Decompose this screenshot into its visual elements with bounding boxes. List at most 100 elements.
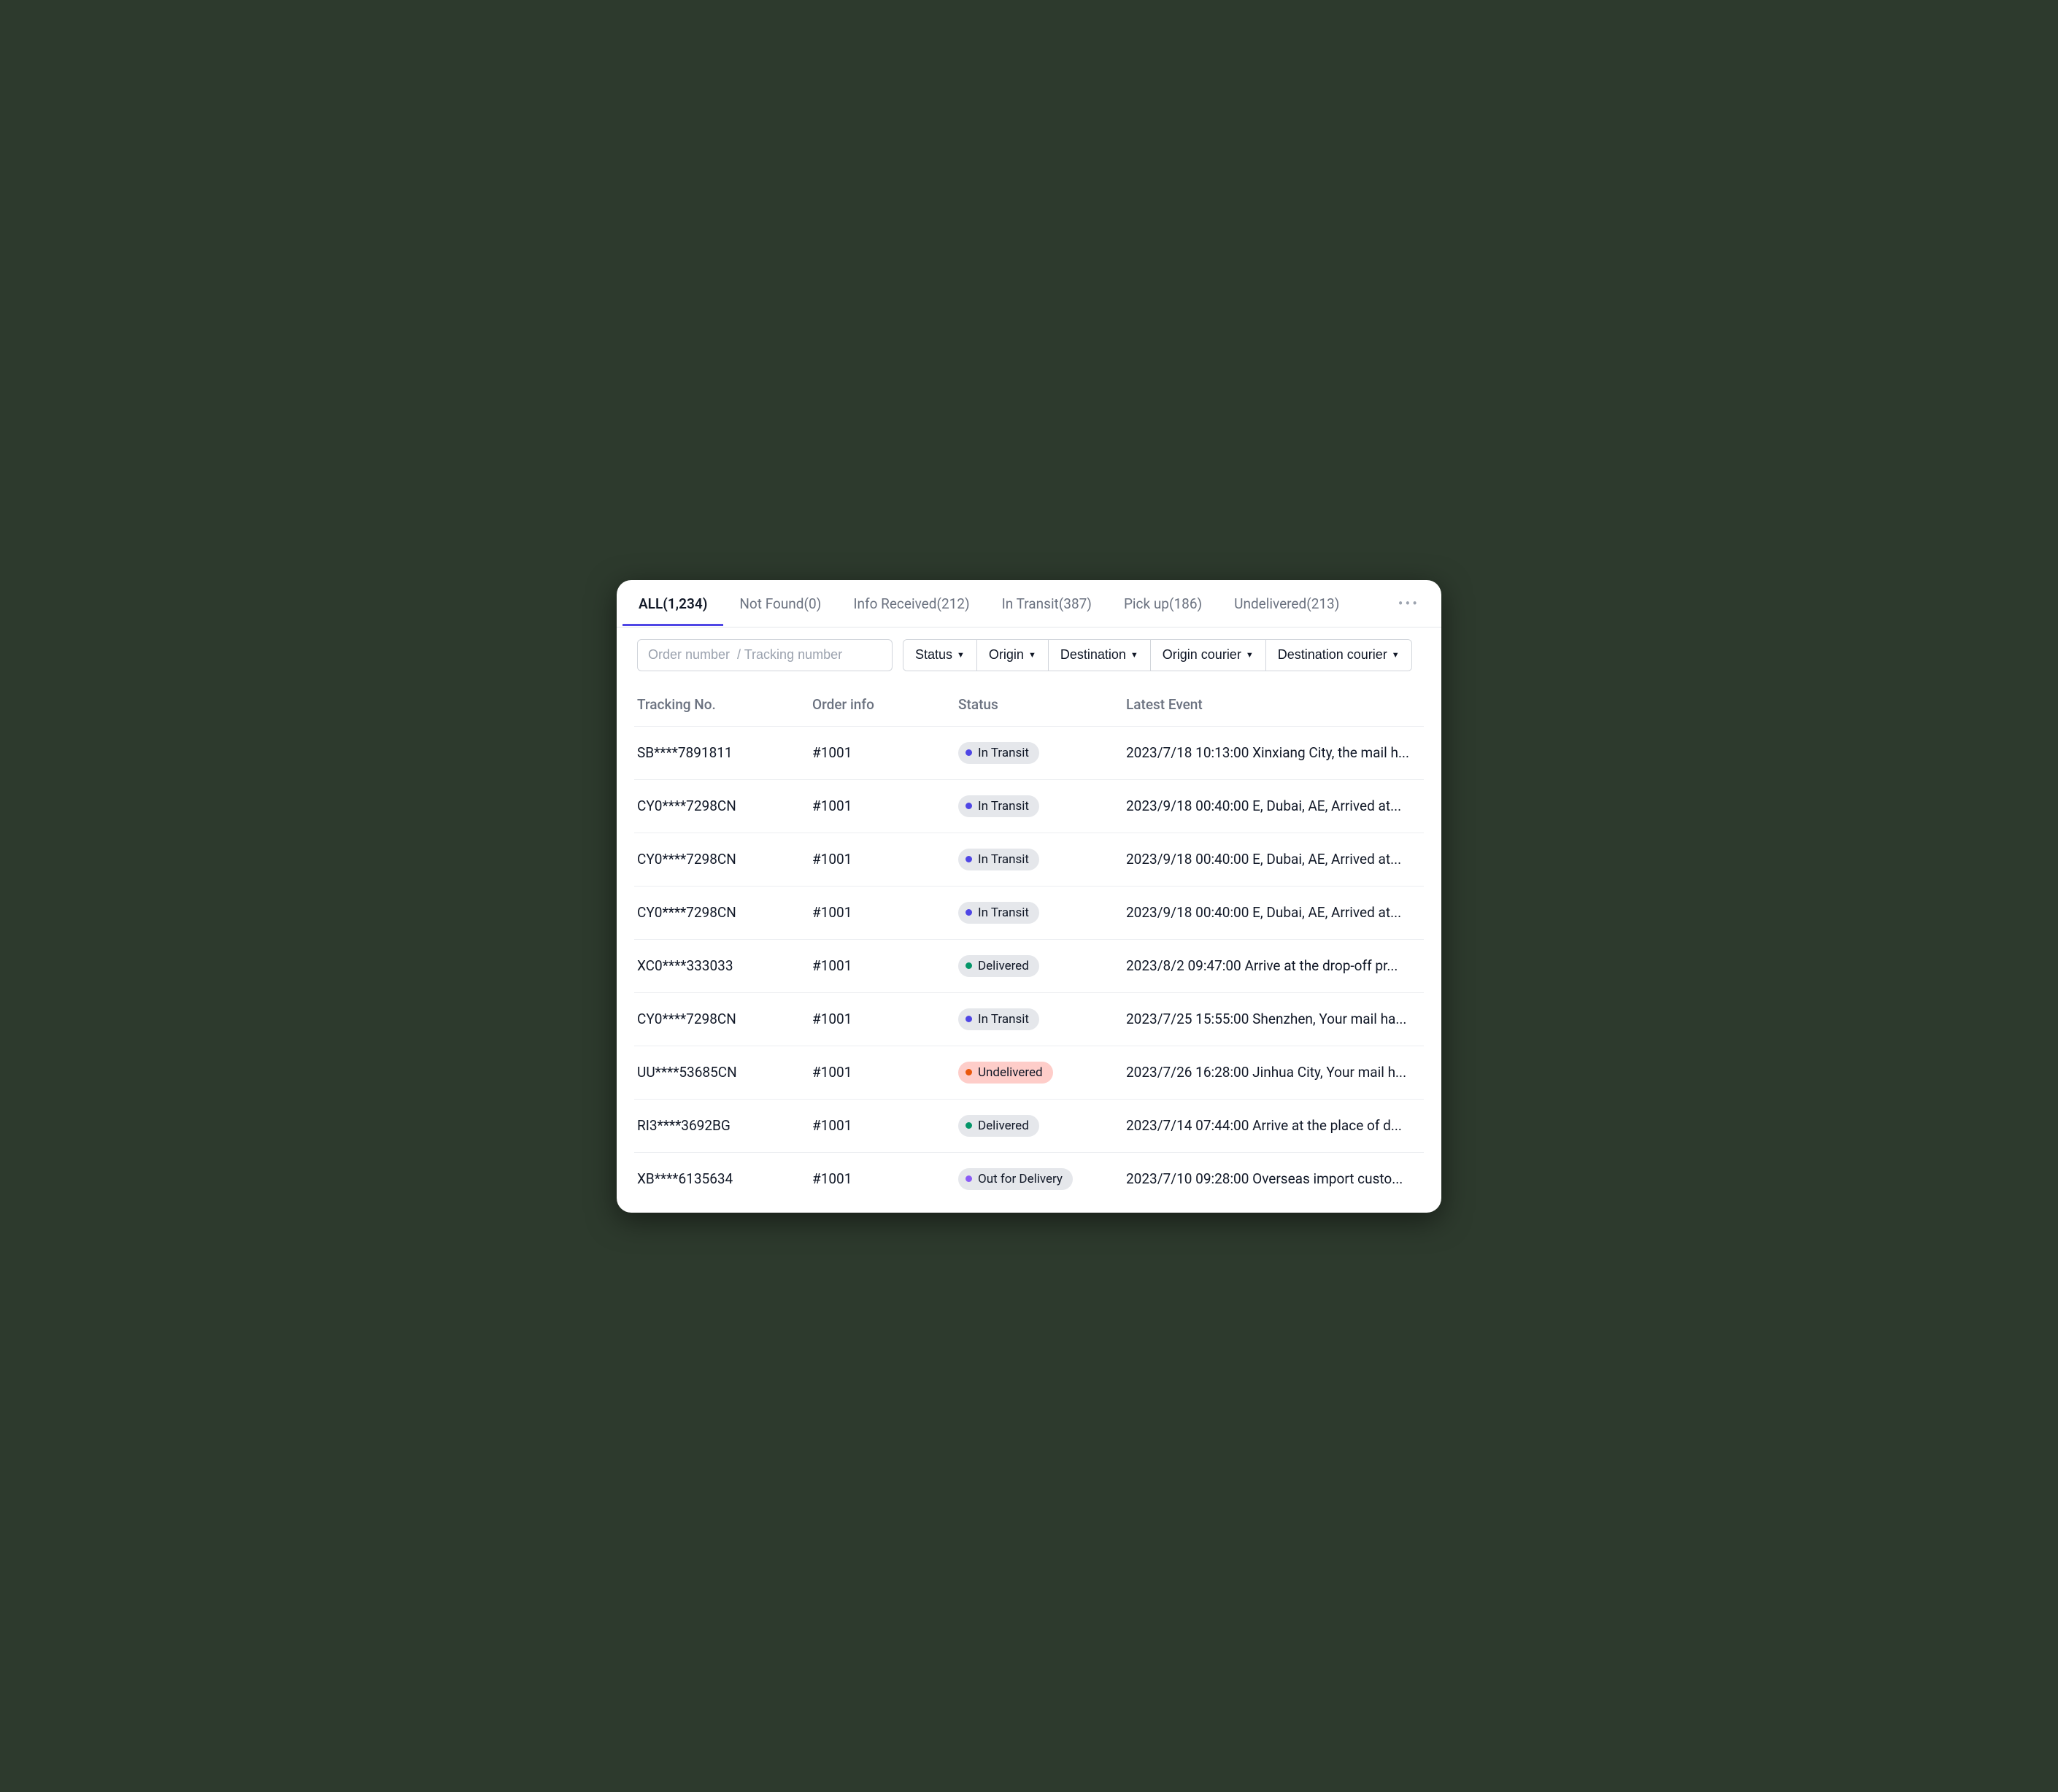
cell-tracking: XC0****333033 [637,957,812,974]
table-row[interactable]: XC0****333033#1001 Delivered 2023/8/2 09:4… [634,939,1424,992]
col-event: Latest Event [1126,696,1421,713]
status-badge: In Transit [958,849,1039,870]
filter-status[interactable]: Status ▼ [903,640,976,671]
cell-status: In Transit [958,795,1126,817]
cell-event: 2023/7/10 09:28:00 Overseas import custo… [1126,1170,1421,1187]
search-input[interactable] [637,639,893,671]
status-dot-icon [966,1122,972,1129]
tab-not-found[interactable]: Not Found(0) [723,581,837,625]
cell-status: In Transit [958,742,1126,764]
table: Tracking No. Order info Status Latest Ev… [617,677,1441,1205]
table-row[interactable]: CY0****7298CN#1001 In Transit 2023/9/18 00… [634,779,1424,833]
cell-event: 2023/7/26 16:28:00 Jinhua City, Your mai… [1126,1064,1421,1081]
cell-order: #1001 [812,1011,958,1027]
tabs-bar: ALL(1,234) Not Found(0) Info Received(21… [617,580,1441,627]
caret-down-icon: ▼ [957,651,965,660]
table-row[interactable]: CY0****7298CN#1001In Transit 2023/9/18 00… [634,833,1424,886]
filter-origin-label: Origin [989,647,1024,663]
cell-tracking: CY0****7298CN [637,797,812,814]
more-tabs-icon[interactable]: ••• [1382,580,1435,627]
table-row[interactable]: SB****7891811#1001 In Transit 2023/7/18 10… [634,726,1424,779]
table-row[interactable]: CY0****7298CN#1001 In Transit 2023/9/18 00… [634,886,1424,939]
status-label: Undelivered [978,1065,1043,1080]
status-label: Out for Delivery [978,1172,1063,1186]
status-badge: In Transit [958,742,1039,764]
cell-tracking: CY0****7298CN [637,904,812,921]
cell-tracking: SB****7891811 [637,744,812,761]
col-order: Order info [812,696,958,713]
status-badge: In Transit [958,1008,1039,1030]
status-badge: Undelivered [958,1062,1053,1084]
cell-status: Delivered [958,1115,1126,1137]
filter-group-1: Status ▼ Origin ▼ Destination ▼ Origin c… [903,639,1412,671]
filter-origin[interactable]: Origin ▼ [976,640,1048,671]
status-dot-icon [966,962,972,969]
status-dot-icon [966,1069,972,1075]
status-label: In Transit [978,746,1029,760]
tab-info-received[interactable]: Info Received(212) [837,581,985,625]
tab-in-transit[interactable]: In Transit(387) [986,581,1108,625]
filter-destination-courier[interactable]: Destination courier ▼ [1265,640,1411,671]
cell-event: 2023/7/14 07:44:00 Arrive at the place o… [1126,1117,1421,1134]
cell-event: 2023/7/18 10:13:00 Xinxiang City, the ma… [1126,744,1421,761]
status-badge: In Transit [958,902,1039,924]
caret-down-icon: ▼ [1130,651,1138,660]
tab-undelivered[interactable]: Undelivered(213) [1218,581,1355,625]
filters-row: Status ▼ Origin ▼ Destination ▼ Origin c… [617,627,1441,677]
filter-origin-courier[interactable]: Origin courier ▼ [1150,640,1265,671]
status-badge: Out for Delivery [958,1168,1073,1190]
filter-origin-courier-label: Origin courier [1163,647,1241,663]
table-row[interactable]: CY0****7298CN#1001 In Transit 2023/7/25 15… [634,992,1424,1046]
cell-tracking: XB****6135634 [637,1170,812,1187]
cell-status: In Transit [958,902,1126,924]
cell-event: 2023/9/18 00:40:00 E, Dubai, AE, Arrived… [1126,851,1421,868]
cell-order: #1001 [812,1170,958,1187]
table-row[interactable]: XB****6135634#1001 Out for Delivery 2023/7… [634,1152,1424,1205]
cell-event: 2023/9/18 00:40:00 E, Dubai, AE, Arrived… [1126,904,1421,921]
status-label: In Transit [978,799,1029,814]
table-header: Tracking No. Order info Status Latest Ev… [634,677,1424,726]
cell-event: 2023/9/18 00:40:00 E, Dubai, AE, Arrived… [1126,797,1421,814]
status-badge: Delivered [958,955,1039,977]
cell-status: In Transit [958,1008,1126,1030]
cell-status: In Transit [958,849,1126,870]
col-status: Status [958,696,1126,713]
status-label: In Transit [978,905,1029,920]
table-body: SB****7891811#1001In Transit2023/7/18 10… [634,726,1424,1205]
table-row[interactable]: RI3****3692BG#1001Delivered2023/7/14 07:… [634,1099,1424,1152]
caret-down-icon: ▼ [1246,651,1254,660]
cell-order: #1001 [812,851,958,868]
cell-tracking: UU****53685CN [637,1064,812,1081]
filter-status-label: Status [915,647,952,663]
cell-tracking: RI3****3692BG [637,1117,812,1134]
cell-order: #1001 [812,957,958,974]
status-label: Delivered [978,1119,1029,1133]
cell-order: #1001 [812,1064,958,1081]
caret-down-icon: ▼ [1392,651,1400,660]
status-label: In Transit [978,1012,1029,1027]
filter-destination[interactable]: Destination ▼ [1048,640,1150,671]
cell-order: #1001 [812,797,958,814]
tab-all[interactable]: ALL(1,234) [623,581,723,625]
filter-destination-label: Destination [1060,647,1126,663]
cell-order: #1001 [812,904,958,921]
cell-event: 2023/8/2 09:47:00 Arrive at the drop-off… [1126,957,1421,974]
cell-tracking: CY0****7298CN [637,851,812,868]
status-dot-icon [966,909,972,916]
cell-order: #1001 [812,744,958,761]
col-tracking: Tracking No. [637,696,812,713]
status-dot-icon [966,856,972,862]
status-dot-icon [966,1175,972,1182]
filter-destination-courier-label: Destination courier [1278,647,1387,663]
cell-status: Undelivered [958,1062,1126,1084]
cell-status: Delivered [958,955,1126,977]
table-row[interactable]: UU****53685CN#1001 Undelivered 2023/7/26 1… [634,1046,1424,1099]
status-dot-icon [966,1016,972,1022]
cell-tracking: CY0****7298CN [637,1011,812,1027]
tab-pick-up[interactable]: Pick up(186) [1108,581,1218,625]
status-label: Delivered [978,959,1029,973]
caret-down-icon: ▼ [1028,651,1036,660]
status-dot-icon [966,749,972,756]
cell-event: 2023/7/25 15:55:00 Shenzhen, Your mail h… [1126,1011,1421,1027]
tracking-panel: ALL(1,234) Not Found(0) Info Received(21… [617,580,1441,1213]
